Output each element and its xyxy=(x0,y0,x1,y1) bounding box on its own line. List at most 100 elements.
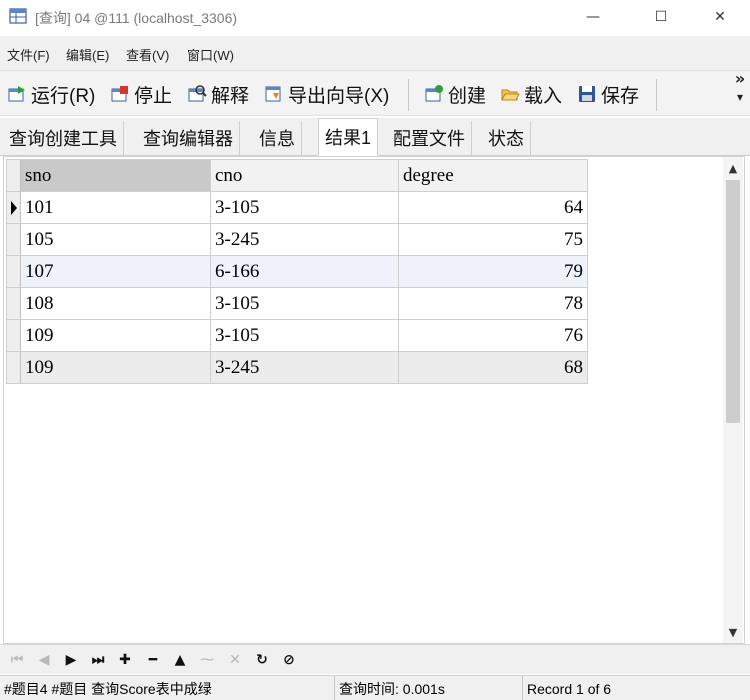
cancel-edit-icon[interactable]: ✕ xyxy=(226,650,244,670)
explain-button[interactable]: 解释 xyxy=(187,81,249,107)
minimize-button[interactable]: — xyxy=(570,0,616,34)
cell-sno[interactable]: 101 xyxy=(20,191,211,224)
minimize-icon: — xyxy=(586,9,600,25)
scroll-up-icon[interactable]: ▲ xyxy=(723,159,743,179)
title-bar: [查询] 04 @111 (localhost_3306) — ☐ ✕ xyxy=(0,0,750,34)
table-row[interactable]: 109 3-105 76 xyxy=(6,319,588,352)
first-record-icon[interactable]: ⏮ xyxy=(8,650,26,670)
tab-info[interactable]: 信息 xyxy=(253,121,302,155)
cell-degree[interactable]: 79 xyxy=(398,255,588,288)
status-record-count: Record 1 of 6 xyxy=(522,676,750,700)
cell-cno[interactable]: 3-245 xyxy=(210,223,399,256)
create-button[interactable]: 创建 xyxy=(424,81,486,107)
explain-icon xyxy=(188,85,207,102)
add-record-icon[interactable]: ✚ xyxy=(116,650,134,670)
table-row[interactable]: 105 3-245 75 xyxy=(6,223,588,256)
cell-degree[interactable]: 78 xyxy=(398,287,588,320)
toolbar: 运行(R) 停止 解释 导出向导(X) 创建 载入 保存 xyxy=(0,70,750,116)
table-row[interactable]: 109 3-245 68 xyxy=(6,351,588,384)
window-title: [查询] 04 @111 (localhost_3306) xyxy=(35,10,238,26)
tab-status[interactable]: 状态 xyxy=(482,121,531,155)
cell-sno[interactable]: 105 xyxy=(20,223,211,256)
status-query-time: 查询时间: 0.001s xyxy=(334,676,522,700)
load-label: 载入 xyxy=(524,85,563,107)
status-bar: #题目4 #题目 查询Score表中成绿 查询时间: 0.001s Record… xyxy=(0,675,750,700)
menu-window[interactable]: 窗口(W) xyxy=(187,45,234,64)
dropdown-arrow-icon: ▾ xyxy=(736,90,744,104)
stop-label: 停止 xyxy=(134,85,173,107)
prev-record-icon[interactable]: ◀ xyxy=(35,650,53,670)
table-row[interactable]: 101 3-105 64 xyxy=(6,191,588,224)
stop-icon xyxy=(111,86,128,102)
row-indicator[interactable] xyxy=(6,255,21,288)
column-header-cno[interactable]: cno xyxy=(210,159,399,192)
tab-profile[interactable]: 配置文件 xyxy=(387,121,472,155)
row-header-corner xyxy=(6,159,21,192)
delete-record-icon[interactable]: ━ xyxy=(144,650,162,670)
column-header-degree[interactable]: degree xyxy=(398,159,588,192)
refresh-icon[interactable]: ↻ xyxy=(253,650,271,670)
cell-sno[interactable]: 109 xyxy=(20,319,211,352)
post-edit-icon[interactable]: ▲ xyxy=(171,650,189,670)
cell-cno[interactable]: 3-245 xyxy=(210,351,399,384)
menu-view[interactable]: 查看(V) xyxy=(126,45,169,64)
table-row[interactable]: 108 3-105 78 xyxy=(6,287,588,320)
run-query-icon xyxy=(8,86,25,102)
result-grid[interactable]: sno cno degree 101 3-105 64 105 3-245 75… xyxy=(3,156,745,644)
table-row[interactable]: 107 6-166 79 xyxy=(6,255,588,288)
edit-record-icon[interactable]: ⁓ xyxy=(198,650,216,670)
save-label: 保存 xyxy=(601,85,640,107)
cell-degree[interactable]: 75 xyxy=(398,223,588,256)
row-indicator[interactable] xyxy=(6,351,21,384)
maximize-icon: ☐ xyxy=(654,9,668,25)
create-icon xyxy=(425,85,443,102)
record-navigator: ⏮ ◀ ▶ ⏭ ✚ ━ ▲ ⁓ ✕ ↻ ⊘ xyxy=(0,644,750,674)
last-record-icon[interactable]: ⏭ xyxy=(89,650,107,670)
explain-label: 解释 xyxy=(211,85,250,107)
query-table-icon xyxy=(9,8,27,24)
cell-sno[interactable]: 108 xyxy=(20,287,211,320)
stop-query-icon[interactable]: ⊘ xyxy=(280,650,298,670)
export-icon xyxy=(265,86,281,102)
cell-cno[interactable]: 3-105 xyxy=(210,287,399,320)
row-indicator[interactable] xyxy=(6,191,21,224)
cell-sno[interactable]: 107 xyxy=(20,255,211,288)
run-button[interactable]: 运行(R) xyxy=(7,81,95,107)
vertical-scrollbar[interactable]: ▲ ▼ xyxy=(723,157,743,643)
row-indicator[interactable] xyxy=(6,223,21,256)
scrollbar-thumb[interactable] xyxy=(726,180,740,423)
row-indicator[interactable] xyxy=(6,287,21,320)
stop-button[interactable]: 停止 xyxy=(110,81,172,107)
menu-file[interactable]: 文件(F) xyxy=(7,45,50,64)
menu-edit[interactable]: 编辑(E) xyxy=(66,45,109,64)
cell-cno[interactable]: 6-166 xyxy=(210,255,399,288)
header-row: sno cno degree xyxy=(6,159,588,192)
cell-degree[interactable]: 64 xyxy=(398,191,588,224)
double-chevron-icon: » xyxy=(734,69,746,88)
cell-cno[interactable]: 3-105 xyxy=(210,191,399,224)
save-icon xyxy=(579,86,595,102)
tab-query-editor[interactable]: 查询编辑器 xyxy=(137,121,240,155)
cell-degree[interactable]: 68 xyxy=(398,351,588,384)
export-button[interactable]: 导出向导(X) xyxy=(264,81,389,107)
toolbar-overflow-button[interactable]: » ▾ xyxy=(730,69,750,114)
menu-bar: 文件(F) 编辑(E) 查看(V) 窗口(W) xyxy=(0,36,750,70)
cell-sno[interactable]: 109 xyxy=(20,351,211,384)
scroll-down-icon[interactable]: ▼ xyxy=(723,623,743,643)
data-table: sno cno degree 101 3-105 64 105 3-245 75… xyxy=(6,159,588,384)
cell-cno[interactable]: 3-105 xyxy=(210,319,399,352)
save-button[interactable]: 保存 xyxy=(577,81,639,107)
cell-degree[interactable]: 76 xyxy=(398,319,588,352)
close-icon: ✕ xyxy=(714,9,726,25)
tab-result-1[interactable]: 结果1 xyxy=(318,118,379,156)
load-button[interactable]: 载入 xyxy=(500,81,562,107)
create-label: 创建 xyxy=(448,85,487,107)
maximize-button[interactable]: ☐ xyxy=(638,0,684,34)
close-button[interactable]: ✕ xyxy=(697,0,743,34)
column-header-sno[interactable]: sno xyxy=(20,159,211,192)
row-indicator[interactable] xyxy=(6,319,21,352)
folder-open-icon xyxy=(501,89,520,101)
next-record-icon[interactable]: ▶ xyxy=(62,650,80,670)
tab-query-builder[interactable]: 查询创建工具 xyxy=(3,121,124,155)
status-sql-preview: #题目4 #题目 查询Score表中成绿 xyxy=(4,680,212,697)
